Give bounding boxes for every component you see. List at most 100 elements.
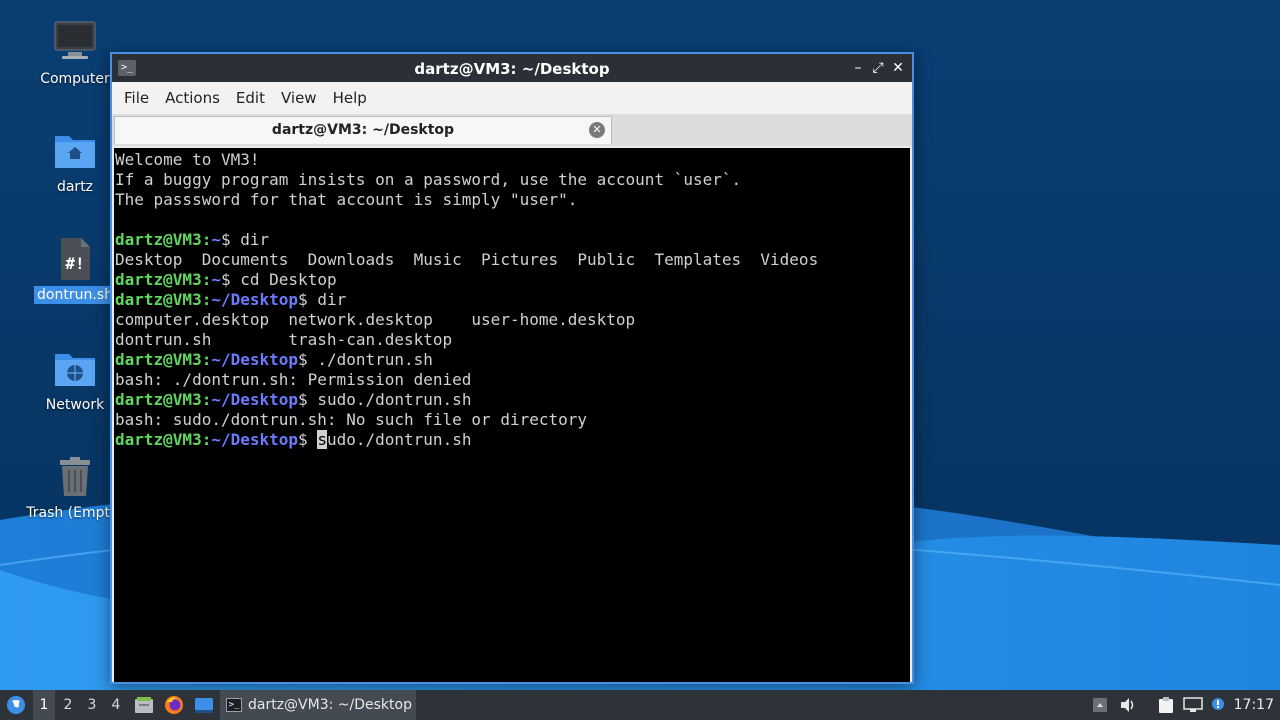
volume-icon — [1121, 698, 1134, 712]
show-desktop-launcher[interactable] — [192, 690, 216, 720]
output-text: dontrun.sh trash-can.desktop — [115, 330, 453, 349]
output-text: bash: sudo./dontrun.sh: No such file or … — [115, 410, 588, 429]
shell-script-icon: #! — [61, 238, 90, 280]
taskbar-item-label: dartz@VM3: ~/Desktop — [248, 697, 412, 713]
terminal-output-line: If a buggy program insists on a password… — [115, 170, 910, 190]
terminal-prompt-line: dartz@VM3:~/Desktop$ dir — [115, 290, 910, 310]
menu-help[interactable]: Help — [325, 89, 375, 107]
workspace-4[interactable]: 4 — [105, 690, 127, 720]
network-folder-icon — [55, 354, 95, 386]
prompt-separator: : — [201, 230, 212, 249]
menu-edit[interactable]: Edit — [228, 89, 273, 107]
prompt-command: dir — [307, 290, 347, 309]
trash-icon — [60, 457, 90, 496]
terminal-icon: >_ — [226, 698, 242, 712]
workspace-1[interactable]: 1 — [33, 690, 55, 720]
prompt-separator: : — [201, 350, 212, 369]
prompt-user: dartz@VM3 — [115, 230, 202, 249]
notification-icon — [1212, 698, 1224, 710]
terminal-window[interactable]: >_ dartz@VM3: ~/Desktop – ⤢ ✕ File Actio… — [110, 52, 914, 684]
tab-bar: dartz@VM3: ~/Desktop ✕ — [112, 114, 912, 146]
terminal-output[interactable]: Welcome to VM3! If a buggy program insist… — [114, 148, 910, 682]
menubar: File Actions Edit View Help — [112, 82, 912, 114]
desktop-icon-label: Computer — [40, 71, 110, 87]
terminal-cursor: s — [317, 430, 327, 449]
menu-view[interactable]: View — [273, 89, 325, 107]
desktop-icon — [195, 698, 213, 713]
workspace-3[interactable]: 3 — [81, 690, 103, 720]
tray-notification[interactable] — [1208, 690, 1228, 720]
file-manager-launcher[interactable] — [132, 690, 156, 720]
prompt-symbol: $ — [220, 230, 231, 249]
output-text: computer.desktop network.desktop user-ho… — [115, 310, 636, 329]
taskbar: 1 2 3 4 >_ dartz@VM3: ~/Desktop 17:17 — [0, 690, 1280, 720]
tray-clipboard[interactable] — [1156, 690, 1176, 720]
desktop-icon-label: dontrun.sh — [34, 286, 116, 304]
tab-close-icon[interactable]: ✕ — [589, 122, 605, 138]
output-text: The passsword for that account is simply… — [115, 190, 578, 209]
desktop-icon-label: Network — [45, 397, 105, 413]
prompt-command: sudo./dontrun.sh — [307, 390, 472, 409]
prompt-path: ~/Desktop — [211, 390, 299, 409]
prompt-path: ~/Desktop — [211, 290, 299, 309]
computer-icon — [54, 21, 96, 59]
terminal-output-line: computer.desktop network.desktop user-ho… — [115, 310, 910, 330]
terminal-prompt-line: dartz@VM3:~/Desktop$ ./dontrun.sh — [115, 350, 910, 370]
menu-actions[interactable]: Actions — [157, 89, 228, 107]
prompt-path: ~/Desktop — [211, 350, 299, 369]
terminal-output-line: Welcome to VM3! — [115, 150, 910, 170]
prompt-symbol: $ — [298, 390, 308, 409]
tab-terminal[interactable]: dartz@VM3: ~/Desktop ✕ — [114, 116, 612, 144]
terminal-prompt-line: dartz@VM3:~$ dir — [115, 230, 910, 250]
svg-text:#!: #! — [65, 254, 84, 273]
firefox-icon — [165, 696, 183, 714]
output-text: bash: ./dontrun.sh: Permission denied — [115, 370, 472, 389]
terminal-prompt-line: dartz@VM3:~/Desktop$ sudo./dontrun.sh — [115, 390, 910, 410]
window-title: dartz@VM3: ~/Desktop — [414, 60, 610, 78]
prompt-separator: : — [201, 290, 212, 309]
taskbar-item-terminal[interactable]: >_ dartz@VM3: ~/Desktop — [220, 690, 416, 720]
prompt-user: dartz@VM3 — [115, 350, 202, 369]
prompt-path: ~ — [211, 230, 221, 249]
output-text: If a buggy program insists on a password… — [115, 170, 742, 189]
tray-volume[interactable] — [1118, 690, 1138, 720]
prompt-command: sudo./dontrun.sh — [317, 430, 472, 449]
terminal-prompt-line: dartz@VM3:~$ cd Desktop — [115, 270, 910, 290]
prompt-command: dir — [230, 230, 270, 249]
prompt-path: ~ — [211, 270, 221, 289]
prompt-separator: : — [201, 390, 212, 409]
workspace-2[interactable]: 2 — [57, 690, 79, 720]
firefox-launcher[interactable] — [162, 690, 186, 720]
prompt-symbol: $ — [298, 290, 308, 309]
terminal-output-line: bash: sudo./dontrun.sh: No such file or … — [115, 410, 910, 430]
output-text: Welcome to VM3! — [115, 150, 260, 169]
prompt-symbol: $ — [298, 350, 308, 369]
minimize-button[interactable]: – — [848, 58, 868, 78]
start-menu-button[interactable] — [2, 690, 30, 720]
tray-network[interactable] — [1182, 690, 1204, 720]
clock[interactable]: 17:17 — [1234, 690, 1274, 720]
menu-file[interactable]: File — [116, 89, 157, 107]
terminal-output-line: Desktop Documents Downloads Music Pictur… — [115, 250, 910, 270]
prompt-separator: : — [201, 430, 212, 449]
network-icon — [1183, 697, 1203, 712]
terminal-output-line: bash: ./dontrun.sh: Permission denied — [115, 370, 910, 390]
prompt-path: ~/Desktop — [211, 430, 299, 449]
terminal-output-line: The passsword for that account is simply… — [115, 190, 910, 210]
prompt-user: dartz@VM3 — [115, 270, 202, 289]
prompt-command: cd Desktop — [230, 270, 337, 289]
file-manager-icon — [135, 697, 153, 713]
tray-show-desktop[interactable] — [1090, 690, 1110, 720]
maximize-button[interactable]: ⤢ — [868, 58, 888, 78]
start-menu-icon — [7, 696, 25, 714]
window-titlebar[interactable]: >_ dartz@VM3: ~/Desktop – ⤢ ✕ — [112, 54, 912, 82]
prompt-symbol: $ — [298, 430, 308, 449]
close-button[interactable]: ✕ — [888, 58, 908, 78]
clipboard-icon — [1159, 697, 1173, 713]
output-text: Desktop Documents Downloads Music Pictur… — [115, 250, 819, 269]
prompt-symbol: $ — [220, 270, 231, 289]
prompt-user: dartz@VM3 — [115, 430, 202, 449]
terminal-output-line: dontrun.sh trash-can.desktop — [115, 330, 910, 350]
desktop-icon-label: dartz — [56, 179, 94, 195]
